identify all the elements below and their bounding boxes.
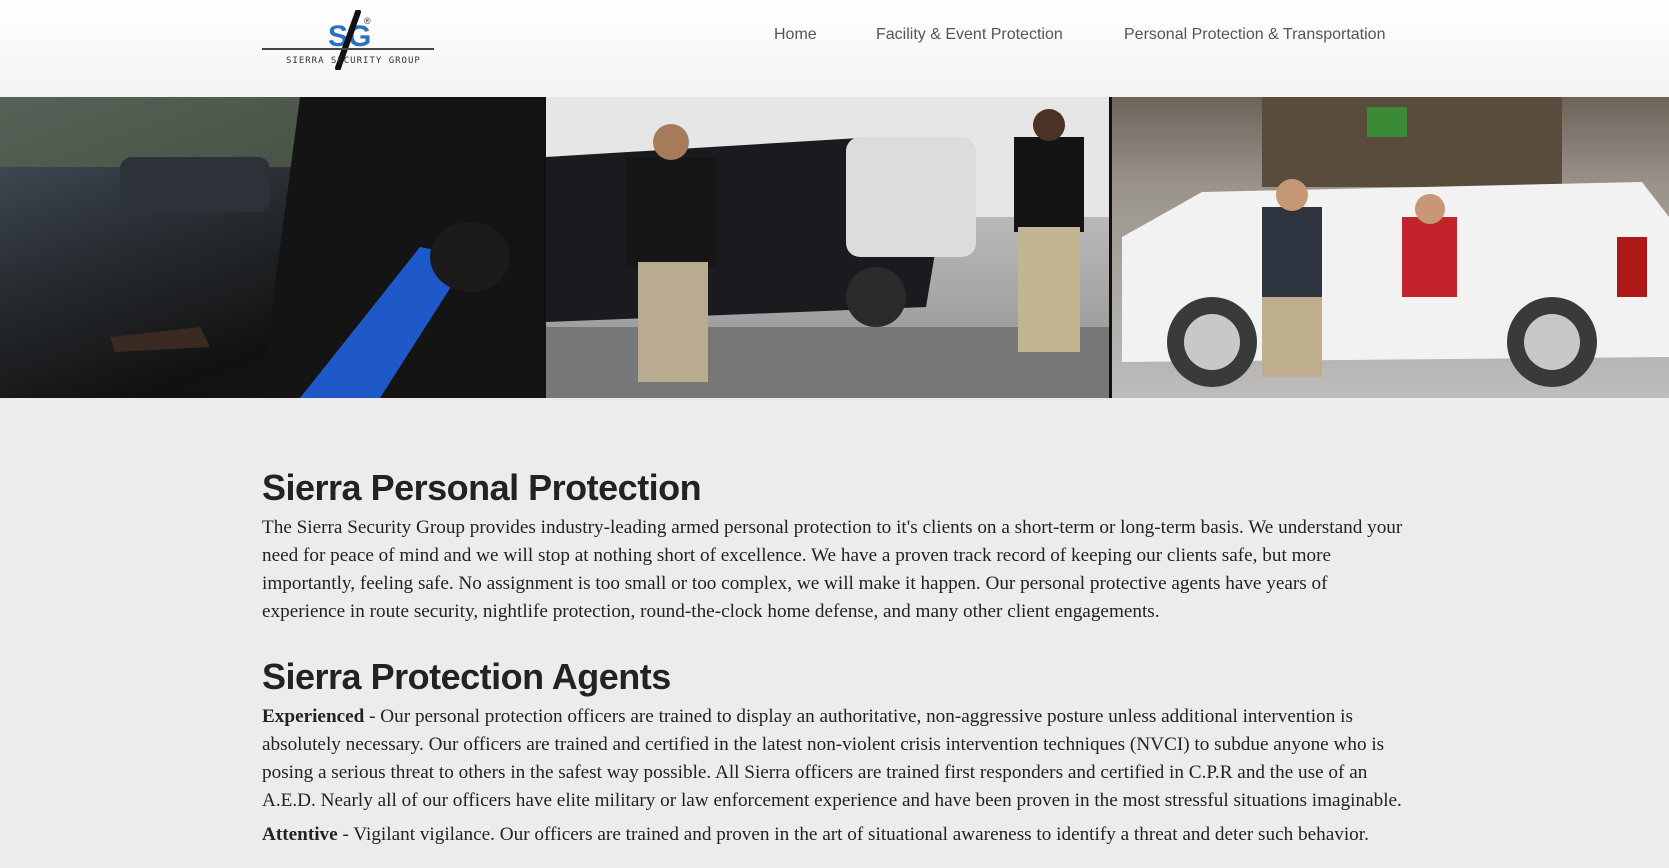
- nav-personal-protection-transportation[interactable]: Personal Protection & Transportation: [1124, 26, 1385, 44]
- experienced-label: Experienced: [262, 706, 365, 727]
- nav-facility-event-protection[interactable]: Facility & Event Protection: [876, 26, 1063, 44]
- site-header: SG ® SIERRA SECURITY GROUP Home Facility…: [0, 0, 1669, 97]
- attentive-label: Attentive: [262, 824, 338, 845]
- sierra-security-group-logo[interactable]: SG ® SIERRA SECURITY GROUP: [262, 10, 436, 72]
- main-content: Sierra Personal Protection The Sierra Se…: [262, 466, 1412, 849]
- nav-home[interactable]: Home: [774, 26, 817, 44]
- logo-rule: [262, 48, 434, 50]
- experienced-text: - Our personal protection officers are t…: [262, 706, 1402, 811]
- personal-protection-paragraph: The Sierra Security Group provides indus…: [262, 517, 1403, 622]
- svg-text:®: ®: [364, 16, 371, 26]
- attentive-text: - Vigilant vigilance. Our officers are t…: [337, 824, 1369, 845]
- attentive-paragraph-clip: Attentive - Vigilant vigilance. Our offi…: [262, 821, 1412, 849]
- logo-wordmark: SIERRA SECURITY GROUP: [286, 56, 421, 66]
- section-title-personal-protection: Sierra Personal Protection: [262, 467, 702, 508]
- experienced-paragraph: Experienced - Our personal protection of…: [262, 703, 1412, 815]
- attentive-paragraph: Attentive - Vigilant vigilance. Our offi…: [262, 821, 1412, 849]
- hero-banner: [0, 97, 1669, 398]
- client-exiting-suv-photo: [1112, 97, 1669, 398]
- agents-by-suv-photo: [546, 97, 1109, 398]
- section-title-protection-agents: Sierra Protection Agents: [262, 656, 671, 697]
- driver-photo: [0, 97, 544, 398]
